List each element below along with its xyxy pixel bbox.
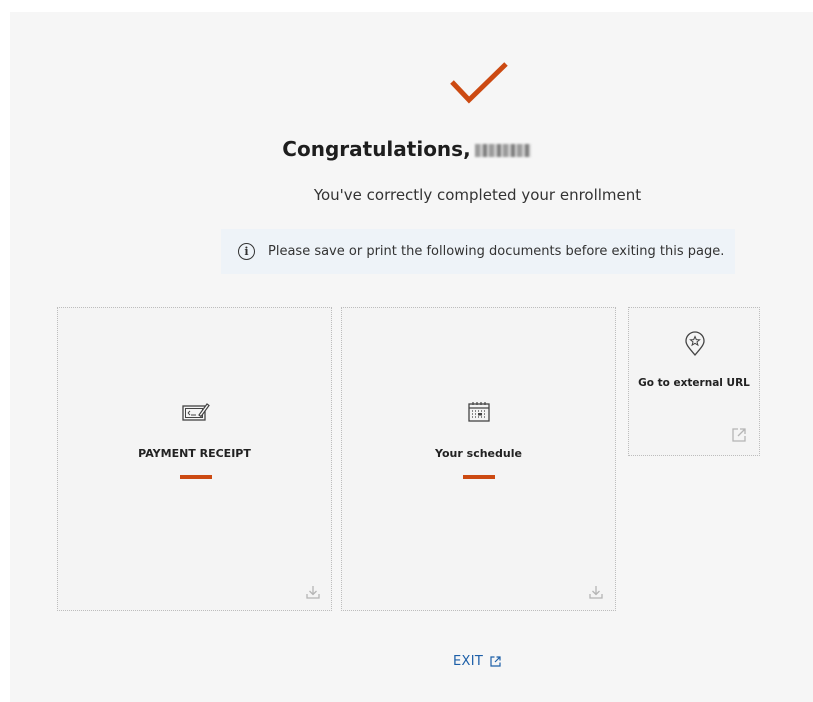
notice-text: Please save or print the following docum…: [268, 244, 725, 259]
download-icon[interactable]: [588, 584, 604, 600]
external-link-icon: [490, 656, 501, 667]
receipt-icon: [182, 403, 210, 421]
title-text: Congratulations,: [282, 137, 471, 161]
download-icon[interactable]: [305, 584, 321, 600]
calendar-icon: [468, 402, 490, 422]
page-title: Congratulations,: [0, 137, 813, 161]
accent-bar: [180, 475, 212, 479]
info-icon: i: [238, 243, 255, 260]
external-url-card[interactable]: Go to external URL: [628, 307, 760, 456]
schedule-card[interactable]: Your schedule: [341, 307, 616, 611]
save-documents-notice: i Please save or print the following doc…: [221, 229, 735, 274]
payment-receipt-card[interactable]: PAYMENT RECEIPT: [57, 307, 332, 611]
card-label: Go to external URL: [638, 377, 750, 389]
card-label: PAYMENT RECEIPT: [138, 447, 251, 460]
card-label: Your schedule: [435, 447, 522, 460]
exit-label: EXIT: [453, 654, 484, 669]
checkmark-icon: [450, 62, 508, 104]
redacted-user-name: [474, 144, 531, 157]
external-link-icon[interactable]: [731, 427, 747, 443]
page-subtitle: You've correctly completed your enrollme…: [313, 186, 642, 204]
location-pin-star-icon: [685, 331, 705, 357]
exit-link[interactable]: EXIT: [453, 654, 501, 669]
accent-bar: [463, 475, 495, 479]
